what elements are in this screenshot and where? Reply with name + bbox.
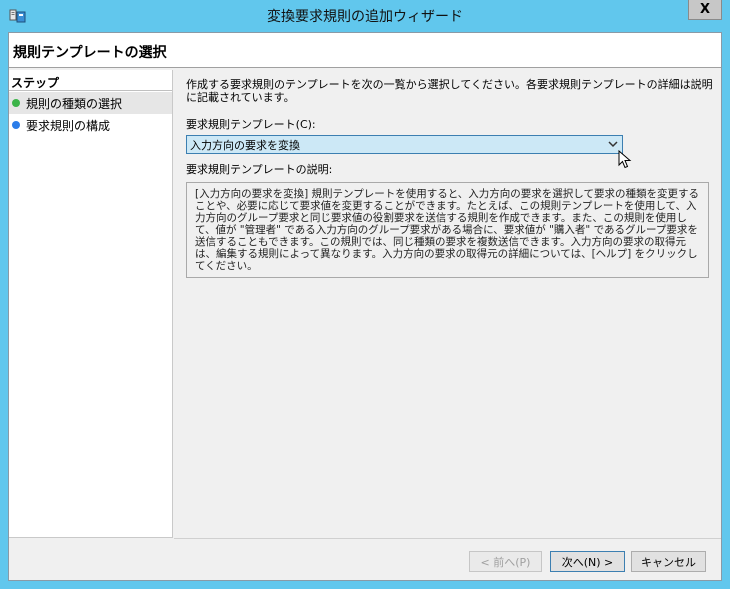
mouse-cursor-icon <box>618 149 632 170</box>
description-label: 要求規則テンプレートの説明: <box>186 163 333 176</box>
footer-divider <box>174 538 721 539</box>
template-selected-value: 入力方向の要求を変換 <box>190 138 300 152</box>
step-complete-icon <box>12 99 20 107</box>
title-bar[interactable]: 変換要求規則の追加ウィザード X <box>0 0 730 32</box>
description-box: [入力方向の要求を変換] 規則テンプレートを使用すると、入力方向の要求を選択して… <box>186 182 709 278</box>
page-title: 規則テンプレートの選択 <box>13 45 167 61</box>
template-label: 要求規則テンプレート(C): <box>186 118 316 131</box>
page-header: 規則テンプレートの選択 <box>9 33 721 68</box>
step-pending-icon <box>12 121 20 129</box>
cancel-button[interactable]: キャンセル <box>631 551 706 572</box>
intro-text: 作成する要求規則のテンプレートを次の一覧から選択してください。各要求規則テンプレ… <box>186 78 713 104</box>
close-icon: X <box>699 2 711 17</box>
back-button[interactable]: < 前へ(P) <box>469 551 542 572</box>
next-button[interactable]: 次へ(N) > <box>550 551 625 572</box>
steps-divider <box>9 90 172 91</box>
steps-title: ステップ <box>11 76 60 90</box>
wizard-window: 変換要求規則の追加ウィザード X 規則テンプレートの選択 ステップ 規則の種類の… <box>0 0 730 589</box>
template-select[interactable]: 入力方向の要求を変換 <box>186 135 623 154</box>
steps-panel: ステップ 規則の種類の選択 要求規則の構成 <box>9 70 173 538</box>
step-label: 規則の種類の選択 <box>26 96 123 111</box>
close-button[interactable]: X <box>688 0 722 20</box>
step-rule-type[interactable]: 規則の種類の選択 <box>9 92 172 114</box>
window-title: 変換要求規則の追加ウィザード <box>267 9 463 25</box>
wizard-client: 規則テンプレートの選択 ステップ 規則の種類の選択 要求規則の構成 作成する要求… <box>8 32 722 581</box>
step-label: 要求規則の構成 <box>26 118 111 133</box>
step-configure-rule[interactable]: 要求規則の構成 <box>9 114 172 136</box>
